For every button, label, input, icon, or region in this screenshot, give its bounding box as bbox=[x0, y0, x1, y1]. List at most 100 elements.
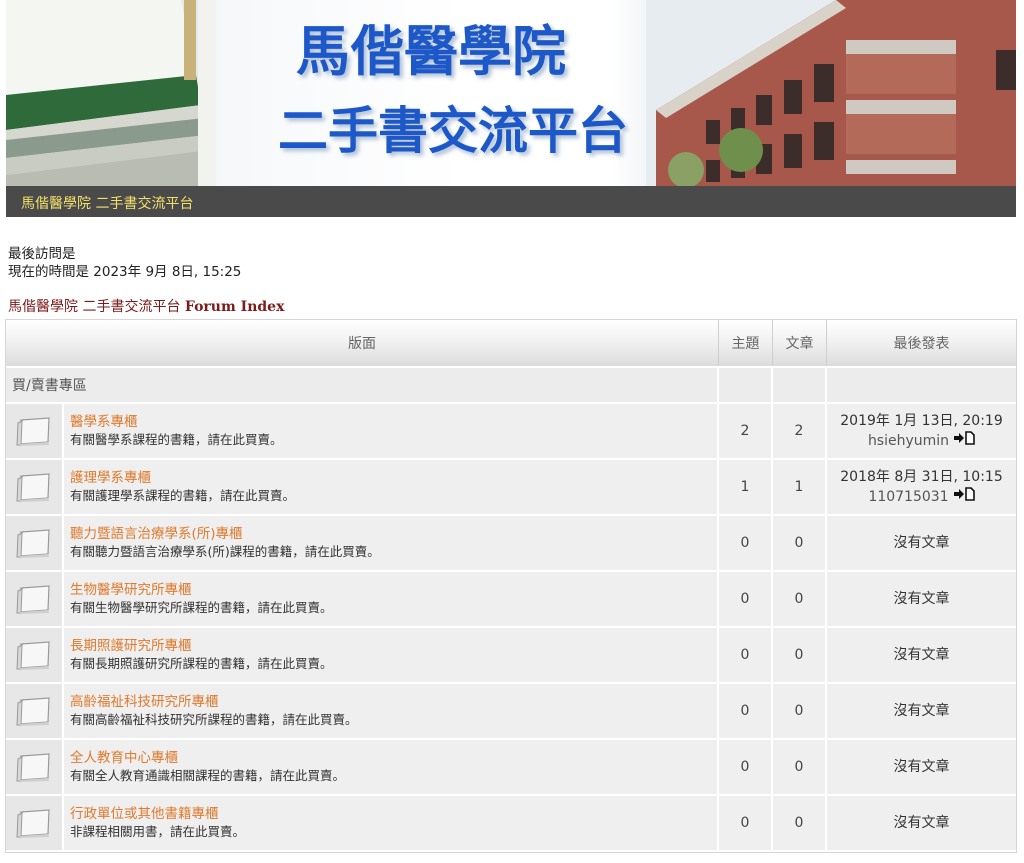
forum-topic-count: 0 bbox=[719, 684, 773, 738]
forum-post-count: 0 bbox=[773, 796, 827, 850]
forum-description: 非課程相關用書，請在此買賣。 bbox=[70, 824, 246, 839]
current-time-text: 現在的時間是 2023年 9月 8日, 15:25 bbox=[8, 264, 242, 280]
forum-post-count: 0 bbox=[773, 684, 827, 738]
forum-table: 版面 主題 文章 最後發表 買/賣書專區 醫學系專櫃 有關醫學系課程的書籍，請在此… bbox=[5, 319, 1017, 853]
forum-name-link[interactable]: 聽力暨語言治療學系(所)專櫃 bbox=[70, 525, 380, 543]
site-home-link[interactable]: 馬偕醫學院 二手書交流平台 bbox=[21, 193, 193, 213]
banner-title-line1: 馬偕醫學院 bbox=[296, 19, 566, 83]
last-post-author-link[interactable]: hsiehyumin bbox=[868, 431, 949, 451]
forum-last-post: 沒有文章 bbox=[827, 572, 1016, 626]
forum-description: 有關護理學系課程的書籍，請在此買賣。 bbox=[70, 488, 296, 503]
forum-text: 生物醫學研究所專櫃 有關生物醫學研究所課程的書籍，請在此買賣。 bbox=[64, 581, 333, 617]
forum-last-post: 沒有文章 bbox=[827, 628, 1016, 682]
forum-name-link[interactable]: 高齡福祉科技研究所專櫃 bbox=[70, 693, 358, 711]
forum-text: 高齡福祉科技研究所專櫃 有關高齡福祉科技研究所課程的書籍，請在此買賣。 bbox=[64, 693, 358, 729]
forum-text: 聽力暨語言治療學系(所)專櫃 有關聽力暨語言治療學系(所)課程的書籍，請在此買賣。 bbox=[64, 525, 380, 561]
forum-topic-count: 2 bbox=[719, 404, 773, 458]
forum-folder-icon bbox=[6, 628, 64, 682]
last-post-author-line: hsiehyumin bbox=[868, 431, 975, 451]
last-post-date: 2018年 8月 31日, 10:15 bbox=[840, 469, 1003, 485]
forum-info-cell: 聽力暨語言治療學系(所)專櫃 有關聽力暨語言治療學系(所)課程的書籍，請在此買賣。 bbox=[6, 516, 719, 570]
forum-last-post: 2018年 8月 31日, 10:15 110715031 bbox=[827, 460, 1016, 514]
no-posts-text: 沒有文章 bbox=[893, 759, 950, 775]
forum-description: 有關聽力暨語言治療學系(所)課程的書籍，請在此買賣。 bbox=[70, 544, 380, 559]
forum-text: 護理學系專櫃 有關護理學系課程的書籍，請在此買賣。 bbox=[64, 469, 295, 505]
forum-row: 生物醫學研究所專櫃 有關生物醫學研究所課程的書籍，請在此買賣。 0 0 沒有文章 bbox=[6, 572, 1016, 628]
forum-info-cell: 生物醫學研究所專櫃 有關生物醫學研究所課程的書籍，請在此買賣。 bbox=[6, 572, 719, 626]
breadcrumb: 馬偕醫學院 二手書交流平台 Forum Index bbox=[8, 296, 284, 316]
forum-last-post: 沒有文章 bbox=[827, 740, 1016, 794]
forum-post-count: 0 bbox=[773, 572, 827, 626]
forum-name-link[interactable]: 生物醫學研究所專櫃 bbox=[70, 581, 333, 599]
no-posts-text: 沒有文章 bbox=[893, 703, 950, 719]
breadcrumb-forum-index[interactable]: Forum Index bbox=[185, 299, 285, 315]
forum-row: 全人教育中心專櫃 有關全人教育通識相關課程的書籍，請在此買賣。 0 0 沒有文章 bbox=[6, 740, 1016, 796]
forum-post-count: 0 bbox=[773, 628, 827, 682]
category-title[interactable]: 買/賣書專區 bbox=[6, 368, 719, 402]
goto-last-post-icon[interactable] bbox=[953, 431, 975, 451]
forum-row: 行政單位或其他書籍專櫃 非課程相關用書，請在此買賣。 0 0 沒有文章 bbox=[6, 796, 1016, 852]
forum-topic-count: 0 bbox=[719, 740, 773, 794]
header-forum: 版面 bbox=[6, 320, 719, 366]
forum-description: 有關長期照護研究所課程的書籍，請在此買賣。 bbox=[70, 656, 333, 671]
forum-folder-icon bbox=[6, 460, 64, 514]
forum-post-count: 0 bbox=[773, 516, 827, 570]
forum-info-cell: 高齡福祉科技研究所專櫃 有關高齡福祉科技研究所課程的書籍，請在此買賣。 bbox=[6, 684, 719, 738]
forum-folder-icon bbox=[6, 740, 64, 794]
header-topics: 主題 bbox=[719, 320, 773, 366]
forum-row: 聽力暨語言治療學系(所)專櫃 有關聽力暨語言治療學系(所)課程的書籍，請在此買賣。… bbox=[6, 516, 1016, 572]
forum-text: 全人教育中心專櫃 有關全人教育通識相關課程的書籍，請在此買賣。 bbox=[64, 749, 345, 785]
header-last-post: 最後發表 bbox=[893, 336, 950, 352]
forum-folder-icon bbox=[6, 796, 64, 850]
forum-info-cell: 全人教育中心專櫃 有關全人教育通識相關課程的書籍，請在此買賣。 bbox=[6, 740, 719, 794]
forum-row: 長期照護研究所專櫃 有關長期照護研究所課程的書籍，請在此買賣。 0 0 沒有文章 bbox=[6, 628, 1016, 684]
header-posts: 文章 bbox=[773, 320, 827, 366]
no-posts-text: 沒有文章 bbox=[893, 815, 950, 831]
forum-topic-count: 0 bbox=[719, 796, 773, 850]
forum-name-link[interactable]: 長期照護研究所專櫃 bbox=[70, 637, 333, 655]
forum-last-post: 2019年 1月 13日, 20:19 hsiehyumin bbox=[827, 404, 1016, 458]
forum-text: 行政單位或其他書籍專櫃 非課程相關用書，請在此買賣。 bbox=[64, 805, 245, 841]
forum-folder-icon bbox=[6, 572, 64, 626]
forum-description: 有關高齡福祉科技研究所課程的書籍，請在此買賣。 bbox=[70, 712, 358, 727]
no-posts-text: 沒有文章 bbox=[893, 647, 950, 663]
forum-info-cell: 醫學系專櫃 有關醫學系課程的書籍，請在此買賣。 bbox=[6, 404, 719, 458]
forum-info-cell: 護理學系專櫃 有關護理學系課程的書籍，請在此買賣。 bbox=[6, 460, 719, 514]
forum-topic-count: 0 bbox=[719, 516, 773, 570]
forum-folder-icon bbox=[6, 516, 64, 570]
forum-post-count: 2 bbox=[773, 404, 827, 458]
forum-folder-icon bbox=[6, 684, 64, 738]
table-header-row: 版面 主題 文章 最後發表 bbox=[6, 320, 1016, 368]
last-post-date: 2019年 1月 13日, 20:19 bbox=[840, 413, 1003, 429]
forum-name-link[interactable]: 醫學系專櫃 bbox=[70, 413, 283, 431]
forum-description: 有關生物醫學研究所課程的書籍，請在此買賣。 bbox=[70, 600, 333, 615]
forum-name-link[interactable]: 行政單位或其他書籍專櫃 bbox=[70, 805, 245, 823]
forum-post-count: 0 bbox=[773, 740, 827, 794]
forum-topic-count: 0 bbox=[719, 572, 773, 626]
forum-last-post: 沒有文章 bbox=[827, 516, 1016, 570]
forum-last-post: 沒有文章 bbox=[827, 796, 1016, 850]
forum-info-cell: 長期照護研究所專櫃 有關長期照護研究所課程的書籍，請在此買賣。 bbox=[6, 628, 719, 682]
last-post-author-line: 110715031 bbox=[868, 487, 975, 507]
category-row: 買/賣書專區 bbox=[6, 368, 1016, 404]
site-banner: 馬偕醫學院 二手書交流平台 bbox=[6, 0, 1016, 186]
last-post-author-link[interactable]: 110715031 bbox=[868, 487, 948, 507]
forum-topic-count: 1 bbox=[719, 460, 773, 514]
no-posts-text: 沒有文章 bbox=[893, 535, 950, 551]
site-nav-bar: 馬偕醫學院 二手書交流平台 bbox=[6, 186, 1016, 217]
forum-row: 醫學系專櫃 有關醫學系課程的書籍，請在此買賣。 2 2 2019年 1月 13日, 20… bbox=[6, 404, 1016, 460]
banner-title-line2: 二手書交流平台 bbox=[278, 101, 628, 160]
forum-text: 長期照護研究所專櫃 有關長期照護研究所課程的書籍，請在此買賣。 bbox=[64, 637, 333, 673]
forum-folder-icon bbox=[6, 404, 64, 458]
breadcrumb-site[interactable]: 馬偕醫學院 二手書交流平台 bbox=[8, 299, 180, 315]
no-posts-text: 沒有文章 bbox=[893, 591, 950, 607]
forum-text: 醫學系專櫃 有關醫學系課程的書籍，請在此買賣。 bbox=[64, 413, 283, 449]
forum-name-link[interactable]: 全人教育中心專櫃 bbox=[70, 749, 345, 767]
forum-name-link[interactable]: 護理學系專櫃 bbox=[70, 469, 295, 487]
forum-last-post: 沒有文章 bbox=[827, 684, 1016, 738]
forum-row: 高齡福祉科技研究所專櫃 有關高齡福祉科技研究所課程的書籍，請在此買賣。 0 0 沒有文章 bbox=[6, 684, 1016, 740]
forum-row: 護理學系專櫃 有關護理學系課程的書籍，請在此買賣。 1 1 2018年 8月 31日, … bbox=[6, 460, 1016, 516]
banner-title: 馬偕醫學院 二手書交流平台 bbox=[278, 19, 628, 160]
goto-last-post-icon[interactable] bbox=[953, 487, 975, 507]
last-visit-text: 最後訪問是 bbox=[8, 246, 76, 262]
